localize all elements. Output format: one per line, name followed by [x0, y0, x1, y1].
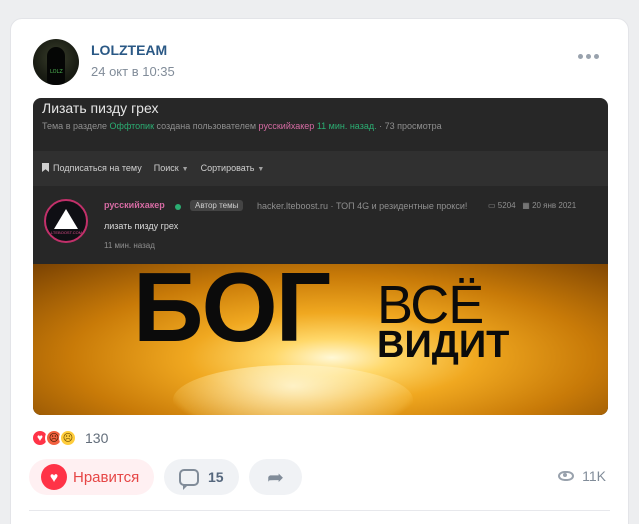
- heart-icon: ♥: [41, 464, 67, 490]
- message-icon: ▭: [488, 201, 496, 210]
- meme-banner: БОГ ВСЁ ВИДИТ: [33, 264, 608, 415]
- sort-label: Сортировать: [200, 163, 255, 173]
- meta-section: Оффтопик: [109, 121, 155, 131]
- dot-icon: [578, 53, 583, 59]
- meta-created: создана пользователем: [156, 121, 257, 131]
- chevron-down-icon: ▼: [181, 166, 189, 173]
- cloud-shape: [173, 365, 413, 415]
- divider: [29, 510, 610, 511]
- subscribe-label: Подписаться на тему: [53, 163, 142, 173]
- author-badge: Автор темы: [190, 200, 244, 211]
- like-label: Нравится: [73, 468, 140, 486]
- forum-ad-text: hacker.lteboost.ru · ТОП 4G и резидентны…: [257, 201, 468, 211]
- views-count: 11K: [582, 468, 606, 484]
- meta-prefix: Тема в разделе: [42, 121, 108, 131]
- avatar[interactable]: LOLZ: [33, 39, 79, 85]
- forum-toolbar: Подписаться на тему Поиск ▼ Сортировать ▼: [33, 151, 608, 186]
- like-button[interactable]: ♥ Нравится: [29, 459, 154, 495]
- share-button[interactable]: ➦: [249, 459, 302, 495]
- subscribe-item: Подписаться на тему: [42, 163, 142, 173]
- meta-time: 11 мин. назад.: [316, 121, 377, 131]
- post-image[interactable]: Лизать пизду грех Тема в разделе Оффтопи…: [33, 98, 608, 415]
- avatar-figure: [47, 47, 65, 85]
- forum-post-time: 11 мин. назад: [104, 241, 155, 250]
- post-header: LOLZ LOLZTEAM 24 окт в 10:35: [33, 39, 608, 89]
- share-icon: ➦: [267, 466, 284, 489]
- dot-icon: [594, 53, 599, 59]
- reactions-count: 130: [85, 430, 109, 446]
- comment-icon: [179, 468, 199, 490]
- stat-count: 5204: [497, 201, 516, 210]
- post-actions: ♥ Нравится 15 ➦ 11K: [29, 459, 608, 495]
- forum-thread-meta: Тема в разделе Оффтопик создана пользова…: [42, 121, 442, 131]
- logo-text: LTEBOOST.COM: [51, 230, 83, 235]
- forum-user-stats: ▭ 5204 ▦ 20 янв 2021: [488, 201, 576, 210]
- calendar-icon: ▦: [522, 201, 530, 210]
- sort-item: Сортировать ▼: [201, 163, 265, 173]
- banner-word-bottom: ВИДИТ: [377, 324, 510, 366]
- chevron-down-icon: ▼: [257, 166, 265, 173]
- search-label: Поиск: [153, 163, 179, 173]
- banner-big-word: БОГ: [133, 264, 331, 362]
- post-date[interactable]: 24 окт в 10:35: [91, 64, 175, 79]
- forum-username: русскийхакер: [104, 200, 165, 210]
- sad-reaction-icon: ☹: [59, 429, 77, 447]
- post-card: LOLZ LOLZTEAM 24 окт в 10:35 Лизать пизд…: [10, 18, 629, 524]
- dot-icon: [586, 53, 591, 59]
- meta-views: · 73 просмотра: [379, 121, 442, 131]
- avatar-text: LOLZ: [50, 69, 63, 75]
- forum-thread-title: Лизать пизду грех: [42, 100, 159, 116]
- forum-post: LTEBOOST.COM русскийхакер Автор темы hac…: [33, 186, 608, 264]
- search-item: Поиск ▼: [154, 163, 189, 173]
- bookmark-icon: [42, 163, 49, 172]
- more-options-button[interactable]: [578, 51, 600, 61]
- meta-user: русскийхакер: [258, 121, 315, 131]
- views-counter: 11K: [558, 468, 606, 484]
- comment-button[interactable]: 15: [164, 459, 239, 495]
- online-status-icon: [175, 204, 181, 210]
- comment-count: 15: [208, 469, 224, 485]
- forum-post-text: лизать пизду грех: [104, 221, 179, 231]
- lteboost-logo-icon: [54, 209, 78, 229]
- reactions-summary[interactable]: ♥ ☹ ☹ 130: [31, 427, 108, 449]
- forum-user-avatar: LTEBOOST.COM: [44, 199, 88, 243]
- post-author[interactable]: LOLZTEAM: [91, 42, 167, 58]
- stat-date: 20 янв 2021: [532, 201, 577, 210]
- eye-icon: [558, 471, 575, 481]
